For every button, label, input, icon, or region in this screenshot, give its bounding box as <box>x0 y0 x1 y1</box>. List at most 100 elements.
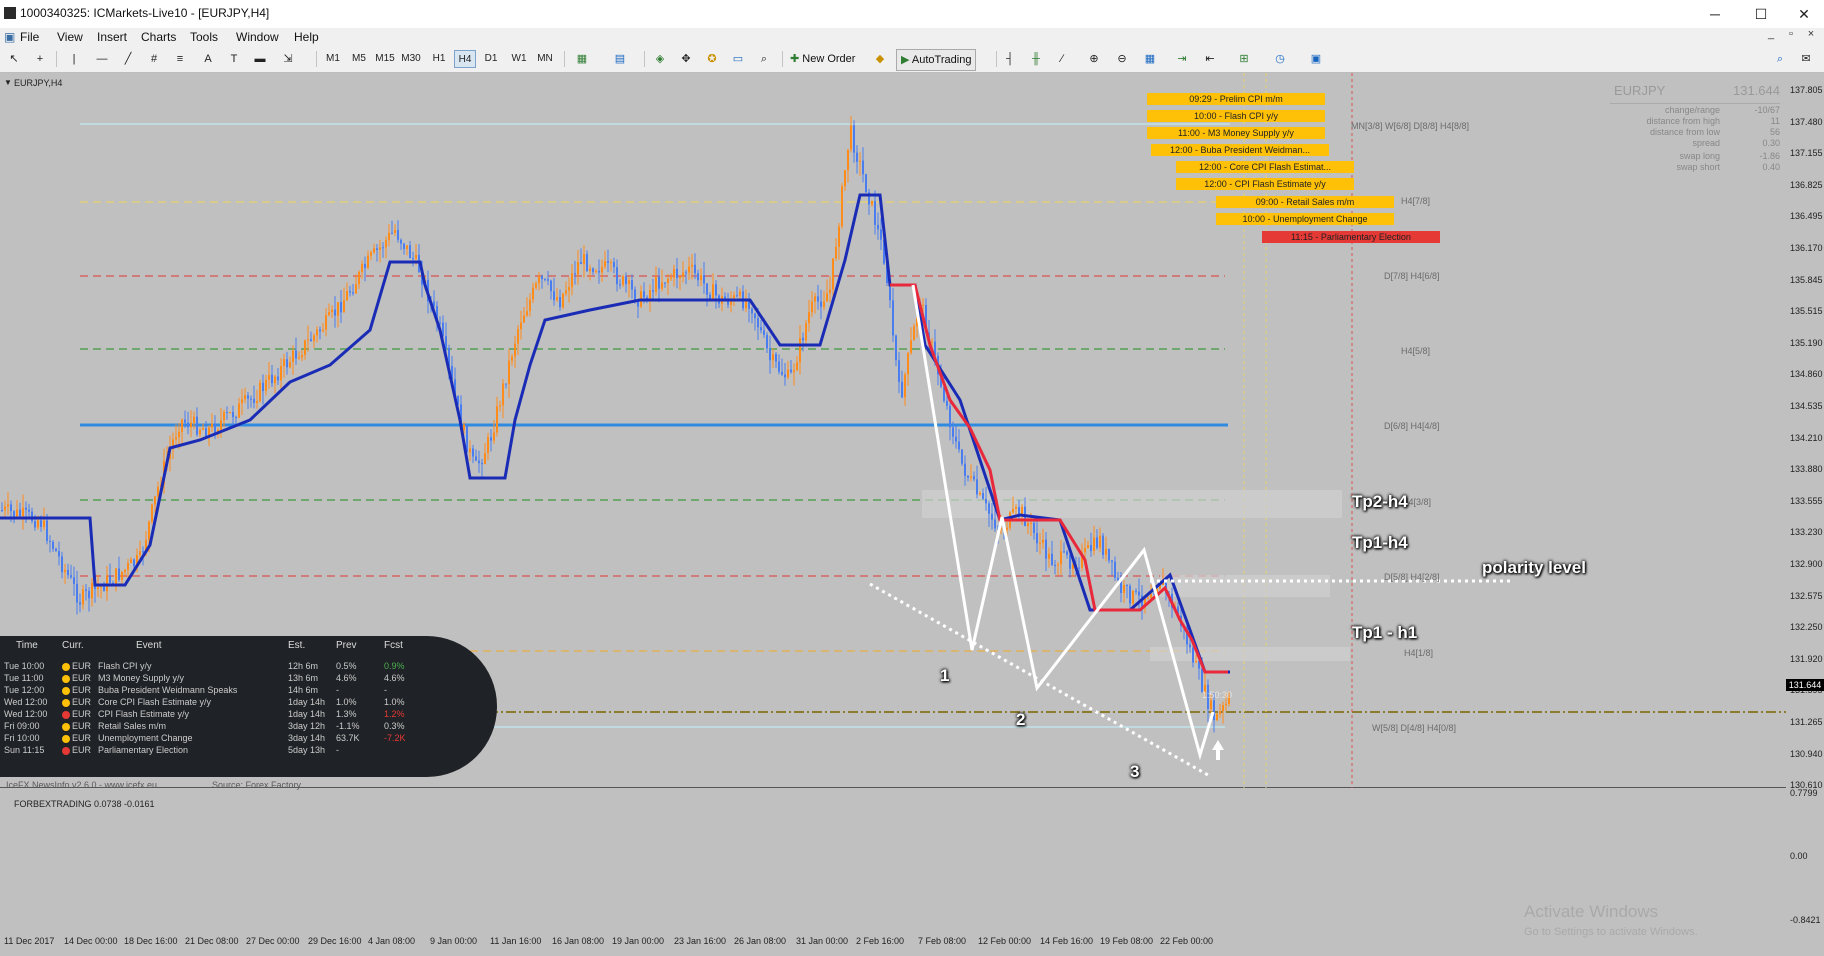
candle-body <box>16 509 18 517</box>
chat-icon[interactable]: ✉ <box>1796 50 1816 68</box>
timeframe-h4[interactable]: H4 <box>454 50 476 68</box>
strategy-tester-icon[interactable]: ⌕ <box>754 50 774 68</box>
timeframe-w1[interactable]: W1 <box>508 50 530 68</box>
candle-body <box>316 329 318 336</box>
candlestick-icon[interactable]: ╫ <box>1026 50 1046 68</box>
candle-body <box>958 441 960 450</box>
metaeditor-icon[interactable]: ◆ <box>870 50 890 68</box>
timeframe-d1[interactable]: D1 <box>480 50 502 68</box>
timeframe-m15[interactable]: M15 <box>374 50 396 68</box>
candle-body <box>1084 547 1086 553</box>
news-header-prev: Prev <box>336 640 357 651</box>
candle-body <box>262 382 264 392</box>
collapse-arrow-icon[interactable]: ▼ <box>4 78 12 87</box>
candle-body <box>37 520 39 528</box>
candle-body <box>526 311 528 316</box>
timeframe-h1[interactable]: H1 <box>428 50 450 68</box>
candle-body <box>967 475 969 478</box>
menu-help[interactable]: Help <box>294 30 319 44</box>
timeframe-m30[interactable]: M30 <box>400 50 422 68</box>
candle-body <box>61 556 63 573</box>
candle-body <box>1063 551 1065 553</box>
navigator-icon[interactable]: ✪ <box>702 50 722 68</box>
news-panel: Time Curr. Event Est. Prev Fcst Tue 10:0… <box>0 636 497 777</box>
periods-icon[interactable]: ◷ <box>1270 50 1290 68</box>
data-window-icon[interactable]: ✥ <box>676 50 696 68</box>
templates-icon[interactable]: ▣ <box>1306 50 1326 68</box>
candle-body <box>961 449 963 464</box>
candle-body <box>562 293 564 308</box>
horizontal-line-icon[interactable]: — <box>92 50 112 68</box>
menu-insert[interactable]: Insert <box>97 30 127 44</box>
info-label-2: distance from low <box>1649 127 1720 137</box>
candle-body <box>700 275 702 281</box>
candle-body <box>22 507 24 517</box>
text-label-icon[interactable]: T <box>224 50 244 68</box>
vertical-line-icon[interactable]: | <box>64 50 84 68</box>
candle-body <box>313 335 315 342</box>
news-banner-1: 10:00 - Flash CPI y/y <box>1147 110 1325 122</box>
new-chart-icon[interactable]: ▦ <box>572 50 592 68</box>
zoom-out-icon[interactable]: ⊖ <box>1112 50 1132 68</box>
menu-charts[interactable]: Charts <box>141 30 176 44</box>
candle-body <box>595 270 597 272</box>
activate-windows-subtitle: Go to Settings to activate Windows. <box>1524 926 1698 938</box>
candle-body <box>445 336 447 349</box>
news-prev: 4.6% <box>336 673 357 683</box>
impact-dot-icon <box>62 699 70 707</box>
crosshair-icon[interactable]: + <box>30 50 50 68</box>
tile-windows-icon[interactable]: ▦ <box>1140 50 1160 68</box>
terminal-icon[interactable]: ▭ <box>728 50 748 68</box>
timeframe-m1[interactable]: M1 <box>322 50 344 68</box>
menu-view[interactable]: View <box>57 30 83 44</box>
tp-zone <box>1150 647 1350 661</box>
channel-icon[interactable]: # <box>144 50 164 68</box>
candle-body <box>709 294 711 299</box>
menu-window[interactable]: Window <box>236 30 279 44</box>
news-prev: -1.1% <box>336 721 360 731</box>
candle-body <box>715 284 717 296</box>
timeframe-mn[interactable]: MN <box>534 50 556 68</box>
news-banner-6: 09:00 - Retail Sales m/m <box>1216 196 1394 208</box>
candle-body <box>910 340 912 353</box>
maximize-button[interactable]: ☐ <box>1738 0 1784 28</box>
fibonacci-icon[interactable]: ≡ <box>170 50 190 68</box>
bar-chart-icon[interactable]: ┤ <box>1000 50 1020 68</box>
candle-body <box>844 170 846 187</box>
minimize-button[interactable]: ─ <box>1692 0 1738 28</box>
mdi-minimize-button[interactable]: _ <box>1762 28 1780 40</box>
menu-tools[interactable]: Tools <box>190 30 218 44</box>
candle-body <box>1123 585 1125 593</box>
autotrading-button[interactable]: ▶ AutoTrading <box>896 49 977 71</box>
line-chart-icon[interactable]: ∕ <box>1052 50 1072 68</box>
new-order-button[interactable]: ✚ New Order <box>786 49 859 69</box>
autoscroll-icon[interactable]: ⇤ <box>1200 50 1220 68</box>
candle-body <box>292 350 294 362</box>
news-event: Retail Sales m/m <box>98 721 167 731</box>
candle-body <box>820 301 822 307</box>
arrow-shapes-icon[interactable]: ⇲ <box>278 50 298 68</box>
text-icon[interactable]: A <box>198 50 218 68</box>
time-tick: 11 Jan 16:00 <box>490 936 542 946</box>
candle-body <box>85 589 87 591</box>
chart-shift-icon[interactable]: ⇥ <box>1172 50 1192 68</box>
search-icon[interactable]: ⌕ <box>1770 50 1790 68</box>
zoom-in-icon[interactable]: ⊕ <box>1084 50 1104 68</box>
trendline-icon[interactable]: ╱ <box>118 50 138 68</box>
candle-body <box>97 587 99 589</box>
time-tick: 7 Feb 08:00 <box>918 936 967 946</box>
timeframe-m5[interactable]: M5 <box>348 50 370 68</box>
mdi-restore-button[interactable]: ▫ <box>1782 28 1800 40</box>
candle-body <box>196 416 198 435</box>
market-watch-icon[interactable]: ◈ <box>650 50 670 68</box>
indicators-icon[interactable]: ⊞ <box>1234 50 1254 68</box>
impact-dot-icon <box>62 735 70 743</box>
mdi-close-button[interactable]: × <box>1802 28 1820 40</box>
news-header-currency: Curr. <box>62 640 84 651</box>
profiles-icon[interactable]: ▤ <box>610 50 630 68</box>
cursor-icon[interactable]: ↖ <box>4 50 24 68</box>
close-button[interactable]: ✕ <box>1784 0 1824 28</box>
news-fcst: 0.9% <box>384 661 405 671</box>
menu-file[interactable]: File <box>20 30 39 44</box>
rectangle-icon[interactable]: ▬ <box>250 50 270 68</box>
